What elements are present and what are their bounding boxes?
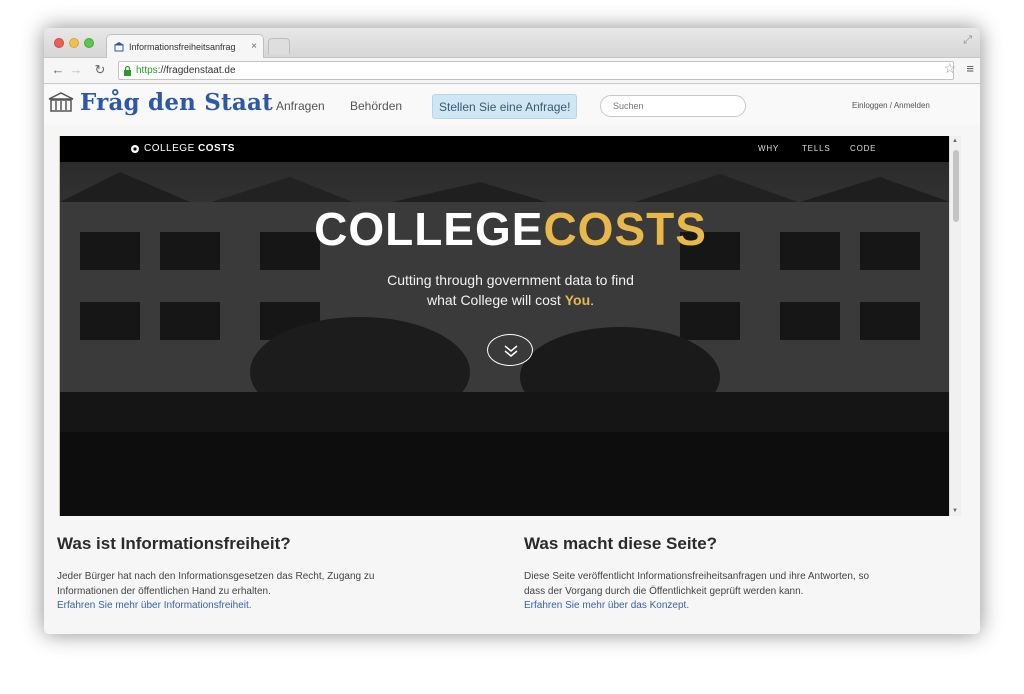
minimize-window-button[interactable] <box>69 38 79 48</box>
scroll-down-button[interactable] <box>487 334 533 366</box>
cc-nav-code[interactable]: CODE <box>850 144 876 153</box>
fullscreen-icon[interactable]: ⤢ <box>963 34 972 47</box>
forward-arrow-icon[interactable]: → <box>68 62 84 78</box>
embed-scrollbar[interactable]: ▲ ▼ <box>949 136 961 516</box>
hero-title: COLLEGECOSTS <box>60 202 961 256</box>
cc-nav-tells[interactable]: TELLS <box>802 144 830 153</box>
back-arrow-icon[interactable]: ← <box>50 62 66 78</box>
section-text-left-line2: Informationen der öffentlichen Hand zu e… <box>57 586 271 597</box>
section-text-right: Diese Seite veröffentlicht Informationsf… <box>524 569 974 599</box>
url-host: ://fragdenstaat.de <box>157 65 236 76</box>
lock-icon <box>124 65 131 76</box>
section-text-left-line1: Jeder Bürger hat nach den Informationsge… <box>57 571 375 582</box>
section-text-right-line2: dass der Vorgang durch die Öffentlichkei… <box>524 586 804 597</box>
section-link-left[interactable]: Erfahren Sie mehr über Informationsfreih… <box>57 600 252 611</box>
site-logo[interactable]: Fråg den Staat <box>80 89 273 116</box>
scroll-thumb[interactable] <box>953 150 959 222</box>
tab-title: Informationsfreiheitsanfrag <box>129 41 236 52</box>
login-link[interactable]: Einloggen / Anmelden <box>852 101 930 110</box>
hero-subtitle-line2-post: . <box>590 292 595 308</box>
scroll-up-arrow-icon[interactable]: ▲ <box>952 138 958 144</box>
section-text-left: Jeder Bürger hat nach den Informationsge… <box>57 569 477 599</box>
chevron-down-icon <box>504 345 518 357</box>
building-icon[interactable] <box>48 91 74 113</box>
url-scheme: https <box>136 65 158 76</box>
section-link-right[interactable]: Erfahren Sie mehr über das Konzept. <box>524 600 689 611</box>
hero-subtitle-line2-pre: what College will cost <box>426 292 565 308</box>
close-tab-icon[interactable]: × <box>251 41 257 52</box>
star-icon[interactable]: ☆ <box>943 60 956 77</box>
browser-tab[interactable]: Informationsfreiheitsanfrag × <box>106 34 264 58</box>
new-tab-button[interactable] <box>268 38 290 54</box>
address-bar[interactable]: https ://fragdenstaat.de <box>118 61 954 80</box>
hero-subtitle-line2: what College will cost You. <box>60 290 961 310</box>
section-title-left: Was ist Informationsfreiheit? <box>57 534 291 553</box>
cc-logo-icon <box>131 145 139 153</box>
browser-toolbar: ← → ↻ https ://fragdenstaat.de ☆ ≡ <box>44 58 980 84</box>
nav-behoerden[interactable]: Behörden <box>350 99 402 113</box>
zoom-window-button[interactable] <box>84 38 94 48</box>
hero-title-gold: COSTS <box>543 203 707 255</box>
hero-section: COLLEGECOSTS Cutting through government … <box>60 162 961 516</box>
tab-strip: Informationsfreiheitsanfrag × ⤢ <box>44 28 980 58</box>
search-input[interactable] <box>600 95 746 117</box>
embedded-page: COLLEGE COSTS WHY TELLS CODE COLLEGECOST… <box>59 136 961 516</box>
nav-anfragen[interactable]: Anfragen <box>276 99 325 113</box>
cc-brand[interactable]: COLLEGE COSTS <box>144 143 235 154</box>
section-title-right: Was macht diese Seite? <box>524 534 718 553</box>
browser-window: Informationsfreiheitsanfrag × ⤢ ← → ↻ ht… <box>44 28 980 634</box>
section-text-right-line1: Diese Seite veröffentlicht Informationsf… <box>524 571 870 582</box>
close-window-button[interactable] <box>54 38 64 48</box>
menu-icon[interactable]: ≡ <box>966 61 974 76</box>
cc-nav-why[interactable]: WHY <box>758 144 779 153</box>
hero-subtitle-line1: Cutting through government data to find <box>387 272 634 288</box>
hero-subtitle: Cutting through government data to find … <box>60 270 961 310</box>
new-request-button[interactable]: Stellen Sie eine Anfrage! <box>432 94 578 119</box>
hero-subtitle-you: You <box>564 292 591 308</box>
embed-navbar: COLLEGE COSTS WHY TELLS CODE <box>60 136 961 162</box>
cc-brand-suffix: COSTS <box>198 143 235 154</box>
cc-brand-prefix: COLLEGE <box>144 143 195 154</box>
reload-icon[interactable]: ↻ <box>92 62 108 78</box>
scroll-down-arrow-icon[interactable]: ▼ <box>952 508 958 514</box>
building-icon <box>114 42 124 52</box>
site-header: Fråg den Staat Anfragen Behörden Stellen… <box>44 85 980 125</box>
hero-title-white: COLLEGE <box>314 203 544 255</box>
